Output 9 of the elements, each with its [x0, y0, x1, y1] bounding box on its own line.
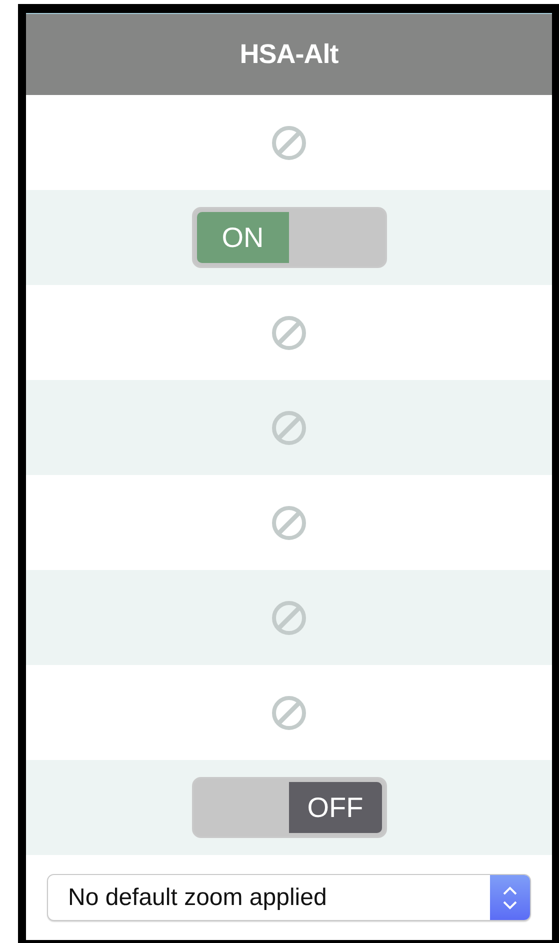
not-allowed-icon [271, 124, 307, 160]
not-allowed-icon [271, 314, 307, 350]
not-allowed-icon [271, 410, 307, 446]
toggle-switch[interactable]: OFF [192, 777, 386, 838]
not-allowed-icon [271, 694, 307, 730]
not-allowed-icon [271, 504, 307, 540]
not-allowed-icon [271, 600, 307, 636]
zoom-select[interactable]: No default zoom applied [47, 874, 531, 921]
column-title: HSA-Alt [240, 39, 338, 70]
